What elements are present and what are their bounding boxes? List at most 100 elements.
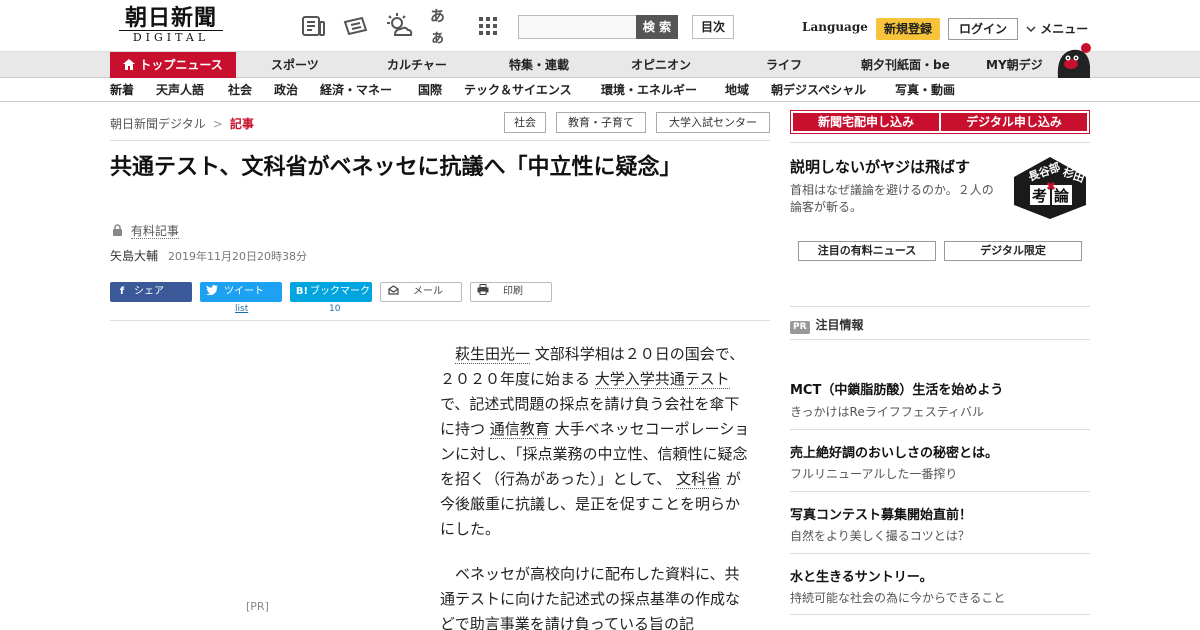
feature-thumbnail[interactable]: 長谷部 杉田 考 論 (1012, 155, 1088, 221)
divider (790, 429, 1090, 430)
publish-date: 2019年11月20日20時38分 (168, 250, 307, 263)
nav-top-news-label: トップニュース (139, 58, 223, 72)
ad-title[interactable]: 水と生きるサントリー。 (790, 566, 933, 585)
chevron-down-icon (1026, 22, 1040, 36)
nav-top-news[interactable]: トップニュース (110, 52, 236, 78)
signup-button[interactable]: 新規登録 (876, 18, 940, 40)
paid-label-text: 有料記事 (130, 224, 179, 239)
news-feed-icon[interactable] (342, 12, 370, 40)
article-title: 共通テスト、文科省がベネッセに抗議へ「中立性に疑念」 (110, 155, 682, 180)
breadcrumb-home[interactable]: 朝日新聞デジタル (110, 117, 206, 131)
print-button[interactable]: 印刷 (470, 282, 552, 302)
login-button[interactable]: ログイン (948, 18, 1018, 40)
twitter-share-button[interactable]: ツイート (200, 282, 282, 302)
nav-culture[interactable]: カルチャー (387, 52, 447, 78)
breadcrumb-current: 記事 (229, 117, 254, 131)
divider (790, 142, 1090, 143)
ad-title[interactable]: MCT（中鎖脂肪酸）生活を始めよう (790, 379, 1003, 398)
newspaper-delivery-button[interactable]: 新聞宅配申し込み (793, 113, 939, 131)
nav-latest[interactable]: 新着 (110, 78, 134, 102)
nav-region[interactable]: 地域 (725, 78, 749, 102)
primary-nav: トップニュース スポーツ カルチャー 特集・連載 オピニオン ライフ 朝夕刊紙面… (0, 52, 1200, 78)
weather-icon[interactable] (385, 12, 413, 40)
divider (790, 491, 1090, 492)
divider (110, 320, 770, 321)
print-label: 印刷 (503, 286, 523, 297)
toc-button[interactable]: 目次 (692, 15, 734, 39)
nav-newspaper[interactable]: 朝夕刊紙面・be (861, 52, 950, 78)
divider (110, 140, 770, 141)
tag-entrance-exam-center[interactable]: 大学入試センター (656, 112, 770, 133)
ad-title[interactable]: 写真コンテスト募集開始直前！ (790, 504, 972, 523)
nav-my-asadigi[interactable]: MY朝デジ (986, 52, 1043, 78)
ad-subtitle[interactable]: 持続可能な社会の為に今からできること (790, 589, 1005, 606)
mail-button[interactable]: メール (380, 282, 462, 302)
divider (790, 339, 1090, 340)
nav-politics[interactable]: 政治 (274, 78, 298, 102)
site-logo[interactable]: 朝日新聞 DIGITAL (113, 6, 229, 46)
hatena-bookmark-label: ブックマーク (310, 286, 370, 297)
breadcrumb-separator: > (212, 117, 223, 131)
nav-special[interactable]: 朝デジスペシャル (771, 78, 866, 102)
nav-society[interactable]: 社会 (228, 78, 252, 102)
divider (790, 614, 1090, 615)
font-size-icon[interactable]: あぁ (430, 7, 458, 46)
secondary-nav: 新着 天声人語 社会 政治 経済・マネー 国際 テック＆サイエンス 環境・エネル… (0, 78, 1200, 102)
pr-heading-label: 注目情報 (815, 318, 864, 332)
facebook-share-button[interactable]: f シェア (110, 282, 192, 302)
keyword-link[interactable]: 萩生田光一 (455, 345, 531, 364)
mascot-icon[interactable] (1054, 42, 1092, 78)
paid-article-label[interactable]: 有料記事 (112, 222, 179, 239)
print-icon (476, 283, 490, 301)
ad-subtitle[interactable]: フルリニューアルした一番搾り (790, 465, 957, 482)
nav-opinion[interactable]: オピニオン (631, 52, 691, 78)
digital-only-button[interactable]: デジタル限定 (944, 241, 1082, 261)
digital-subscribe-button[interactable]: デジタル申し込み (941, 113, 1087, 131)
article-paragraph: ベネッセが高校向けに配布した資料に、共通テストに向けた記述式の採点基準の作成など… (440, 565, 741, 630)
nav-environment[interactable]: 環境・エネルギー (601, 78, 697, 102)
ad-subtitle[interactable]: 自然をより美しく撮るコツとは？ (790, 527, 970, 544)
nav-life[interactable]: ライフ (766, 52, 802, 78)
hatena-bookmark-button[interactable]: B! ブックマーク (290, 282, 372, 302)
tag-education[interactable]: 教育・子育て (556, 112, 646, 133)
nav-sports[interactable]: スポーツ (271, 52, 319, 78)
pr-label: [PR] (246, 600, 269, 613)
facebook-share-label: シェア (134, 286, 164, 297)
menu-button[interactable]: メニュー (1026, 20, 1088, 37)
facebook-icon: f (119, 286, 125, 297)
author: 矢島大輔 (110, 249, 159, 263)
search-button[interactable]: 検 索 (636, 15, 678, 39)
mail-icon (386, 283, 400, 301)
home-icon (123, 58, 139, 72)
nav-international[interactable]: 国際 (418, 78, 442, 102)
apps-grid-icon[interactable] (474, 12, 502, 40)
nav-tenseijingo[interactable]: 天声人語 (156, 78, 204, 102)
mail-label: メール (413, 286, 443, 297)
twitter-icon (205, 282, 219, 302)
feature-title[interactable]: 説明しないがヤジは飛ばす (790, 156, 970, 177)
pr-badge: PR (790, 321, 810, 334)
nav-economy[interactable]: 経済・マネー (320, 78, 392, 102)
byline: 矢島大輔 2019年11月20日20時38分 (110, 247, 307, 264)
featured-paid-news-button[interactable]: 注目の有料ニュース (798, 241, 936, 261)
newspaper-icon[interactable] (300, 12, 328, 40)
nav-features[interactable]: 特集・連載 (509, 52, 569, 78)
feature-description: 首相はなぜ議論を避けるのか。２人の論客が斬る。 (790, 183, 994, 214)
divider (790, 553, 1090, 554)
keyword-link[interactable]: 大学入学共通テスト (594, 370, 730, 389)
logo-text-en: DIGITAL (119, 30, 223, 44)
keyword-link[interactable]: 文科省 (676, 470, 722, 489)
ad-title[interactable]: 売上絶好調のおいしさの秘密とは。 (790, 442, 998, 461)
ad-subtitle[interactable]: きっかけはReライフフェスティバル (790, 403, 984, 420)
menu-label: メニュー (1040, 22, 1089, 36)
logo-text-jp: 朝日新聞 (124, 5, 217, 31)
twitter-count[interactable]: list (235, 304, 248, 314)
keyword-link[interactable]: 通信教育 (489, 420, 550, 439)
language-link[interactable]: Language (802, 20, 868, 34)
search-input[interactable] (518, 15, 638, 39)
tag-society[interactable]: 社会 (504, 112, 546, 133)
nav-tech-science[interactable]: テック＆サイエンス (464, 78, 572, 102)
hatena-count[interactable]: 10 (329, 304, 340, 314)
breadcrumb: 朝日新聞デジタル > 記事 (110, 115, 254, 132)
nav-photo-video[interactable]: 写真・動画 (895, 78, 955, 102)
